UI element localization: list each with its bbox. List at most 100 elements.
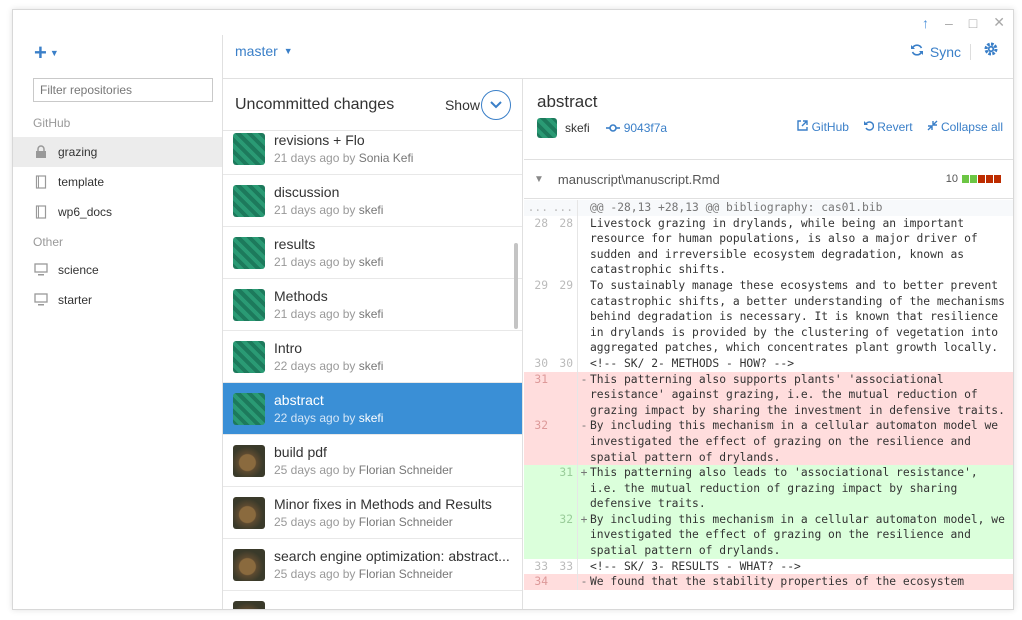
repo-label: wp6_docs	[58, 205, 113, 219]
commit-author: Florian Schneider	[358, 463, 453, 477]
repo-label: science	[58, 263, 99, 277]
sync-button[interactable]: Sync	[910, 43, 961, 60]
diff-line: 30 30 <!-- SK/ 2- METHODS - HOW? -->	[524, 355, 1013, 372]
file-name: manuscript\manuscript.Rmd	[557, 171, 720, 187]
diff-stat-block	[970, 175, 977, 183]
repo-label: template	[58, 175, 105, 189]
diff-code: We found that the stability properties o…	[590, 575, 965, 589]
branch-selector[interactable]: master ▼	[235, 43, 293, 59]
commit-item[interactable]: Intro 22 days ago by skefi	[223, 331, 522, 383]
commit-meta: 22 days ago by skefi	[274, 411, 514, 425]
new-line-number	[552, 371, 578, 419]
diff-stat-bar	[962, 175, 1001, 183]
sync-icon	[910, 43, 924, 60]
caret-down-icon: ▼	[283, 46, 293, 56]
diff-sign	[578, 278, 590, 356]
repo-item-science[interactable]: science	[13, 255, 222, 285]
diff-sign	[578, 356, 590, 372]
repo-item-template[interactable]: template	[13, 167, 222, 197]
show-label: Show	[444, 97, 480, 113]
filter-repositories-input[interactable]	[33, 78, 213, 102]
commit-meta: skefi 9043f7a	[537, 118, 667, 138]
diff-code: <!-- SK/ 3- RESULTS - WHAT? -->	[590, 559, 801, 573]
diff-sign	[578, 559, 590, 575]
collapse-all-button[interactable]: Collapse all	[927, 120, 1003, 134]
diff-line: 32 - By including this mechanism in a cell…	[524, 418, 1013, 466]
gear-icon[interactable]	[983, 41, 999, 62]
revert-button[interactable]: Revert	[863, 120, 913, 134]
repo-item-grazing[interactable]: grazing	[13, 137, 222, 167]
commit-message: discussion	[274, 184, 340, 200]
commit-author: skefi	[358, 307, 384, 321]
commit-time: 21 days ago by	[274, 151, 356, 165]
book-icon	[34, 205, 48, 219]
commit-message: Methods	[274, 288, 328, 304]
diff-sign: -	[580, 575, 588, 589]
diff-line: 29 29 To sustainably manage these ecosyste…	[524, 277, 1013, 356]
commit-message: Intro	[274, 340, 303, 356]
close-icon[interactable]: ✕	[993, 14, 1005, 31]
old-line-number: 31	[534, 372, 548, 386]
commit-meta: 25 days ago by Florian Schneider	[274, 463, 514, 477]
diff-line: 28 28 Livestock grazing in drylands, while…	[524, 215, 1013, 278]
commit-list: revisions + Flo 21 days ago by Sonia Kefi…	[223, 123, 522, 609]
add-repository-button[interactable]: + ▼	[34, 40, 59, 66]
toolbar-separator	[970, 44, 971, 60]
external-link-icon	[797, 120, 808, 131]
commit-detail-panel: abstract skefi 9043f7a GitHub Revert Col…	[524, 79, 1013, 609]
commit-meta: 21 days ago by skefi	[274, 203, 514, 217]
new-line-number: 30	[552, 355, 578, 372]
commit-time: 25 days ago by	[274, 515, 356, 529]
avatar	[233, 548, 265, 581]
diff-line: 34 - We found that the stability propertie…	[524, 574, 1013, 590]
commit-item[interactable]: abstract 22 days ago by skefi	[223, 383, 522, 435]
repo-item-starter[interactable]: starter	[13, 285, 222, 315]
commit-list-scrollbar[interactable]	[514, 243, 518, 329]
commit-time: 25 days ago by	[274, 567, 356, 581]
commit-author: Florian Schneider	[358, 515, 453, 529]
diff-stat-block	[978, 175, 985, 183]
lock-icon	[34, 145, 48, 159]
diff-stat: 10	[946, 173, 1001, 185]
repo-item-wp6-docs[interactable]: wp6_docs	[13, 197, 222, 227]
commit-item[interactable]: Minor fixes in Methods and Results 25 day…	[223, 487, 522, 539]
diff-stat-block	[986, 175, 993, 183]
commit-item[interactable]: build pdf 25 days ago by Florian Schneide…	[223, 435, 522, 487]
commit-item[interactable]: revisions + Flo 21 days ago by Sonia Kefi	[223, 123, 522, 175]
collapse-triangle-icon[interactable]: ▼	[534, 174, 544, 185]
old-line-number: 30	[534, 356, 548, 370]
diff-sign: -	[580, 372, 588, 386]
sync-label: Sync	[929, 43, 961, 60]
commit-message: search engine optimization: abstract...	[274, 548, 510, 564]
diff-code: This patterning also leads to 'associati…	[590, 466, 985, 511]
show-changes-button[interactable]	[481, 90, 511, 120]
commit-item[interactable]: results 21 days ago by skefi	[223, 227, 522, 279]
commit-message: build pdf	[274, 444, 327, 460]
plus-icon: +	[34, 40, 47, 65]
commit-time: 21 days ago by	[274, 203, 356, 217]
avatar	[233, 340, 265, 373]
diff-sign: -	[580, 419, 588, 433]
minimize-icon[interactable]: –	[945, 15, 953, 31]
commit-time: 22 days ago by	[274, 411, 356, 425]
new-line-number: 28	[552, 215, 578, 278]
commit-icon	[605, 124, 620, 132]
diff-sign	[578, 216, 590, 278]
commit-sha-link[interactable]: 9043f7a	[605, 121, 667, 135]
commit-item[interactable]: draft for internal revision	[223, 591, 522, 609]
old-line-number	[524, 512, 552, 559]
old-line-number: 32	[534, 419, 548, 433]
view-on-github-button[interactable]: GitHub	[797, 120, 849, 134]
commit-meta: 21 days ago by skefi	[274, 255, 514, 269]
commit-author: skefi	[358, 255, 384, 269]
app-window: ↑ – □ ✕ + ▼ GitHub grazing template	[12, 9, 1014, 610]
commit-item[interactable]: search engine optimization: abstract... 2…	[223, 539, 522, 591]
commit-author: skefi	[358, 203, 384, 217]
caret-down-icon: ▼	[49, 48, 59, 58]
commit-item[interactable]: Methods 21 days ago by skefi	[223, 279, 522, 331]
file-header[interactable]: ▼ manuscript\manuscript.Rmd 10	[524, 159, 1013, 199]
maximize-icon[interactable]: □	[969, 15, 977, 31]
old-line-number: 28	[534, 216, 548, 230]
arrow-up-icon[interactable]: ↑	[922, 15, 929, 31]
commit-item[interactable]: discussion 21 days ago by skefi	[223, 175, 522, 227]
